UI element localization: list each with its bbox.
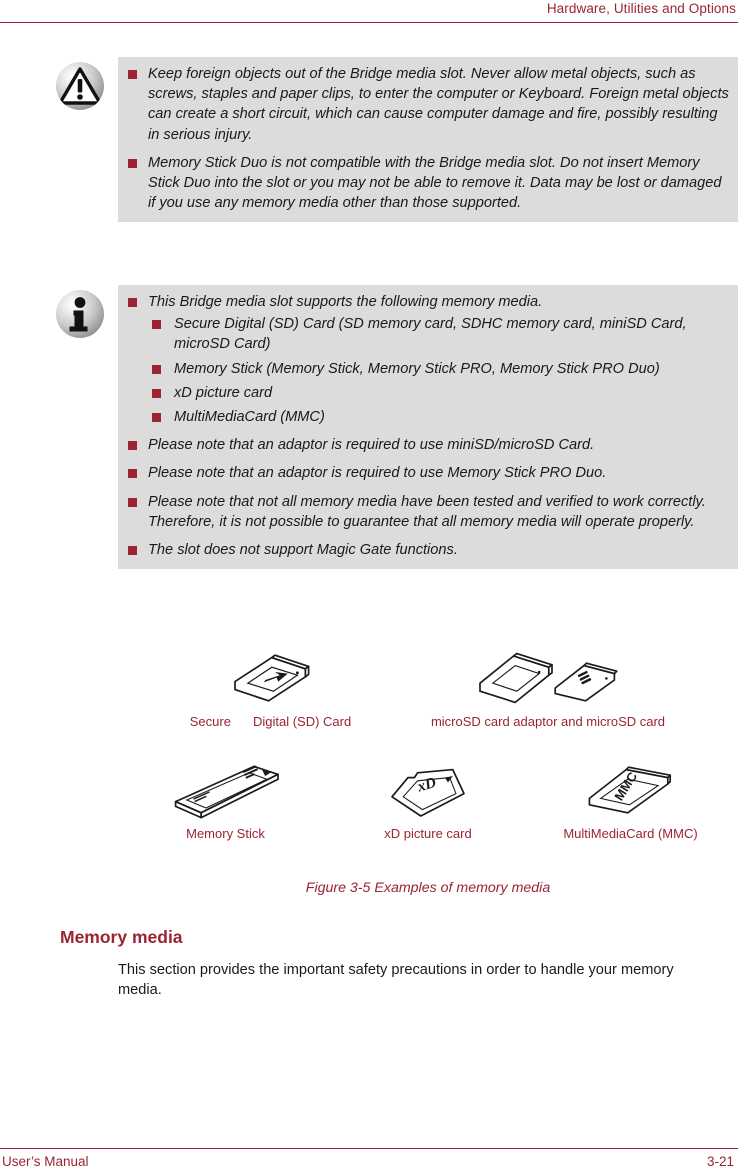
header-title: Hardware, Utilities and Options <box>546 1 736 16</box>
sd-card-label-row: Secure Digital (SD) Card <box>178 712 363 729</box>
icon-disc-background <box>56 290 104 338</box>
info-intro-text: This Bridge media slot supports the foll… <box>148 294 543 310</box>
info-bullet-list: This Bridge media slot supports the foll… <box>122 292 730 560</box>
bullet-square-icon <box>128 441 137 451</box>
memory-stick-cell: Memory Stick <box>118 760 333 841</box>
info-note-text: Please note that an adaptor is required … <box>148 437 595 454</box>
figure-row-1: Secure Digital (SD) Card microSD card ad… <box>118 640 738 755</box>
sd-card-label-main: Digital (SD) Card <box>252 714 352 729</box>
info-i-glyph <box>69 297 88 332</box>
supported-media-item: MultiMediaCard (MMC) <box>148 407 730 427</box>
supported-media-text: Secure Digital (SD) Card (SD memory card… <box>174 316 687 353</box>
warning-triangle-icon <box>56 62 104 110</box>
xd-card-cell: xD xD picture card <box>333 760 523 841</box>
memory-stick-label: Memory Stick <box>186 826 265 841</box>
warning-panel-body: Keep foreign objects out of the Bridge m… <box>118 57 738 222</box>
mmc-card-art: MMC <box>588 766 671 814</box>
supported-media-item: xD picture card <box>148 383 730 403</box>
icon-disc-background <box>56 62 104 110</box>
bullet-square-icon <box>152 364 161 374</box>
warning-bullet-text: Keep foreign objects out of the Bridge m… <box>148 66 729 143</box>
mmc-card-label: MultiMediaCard (MMC) <box>563 826 698 841</box>
xd-card-art: xD <box>391 768 465 817</box>
info-i-icon <box>56 290 104 338</box>
figure-caption: Figure 3-5 Examples of memory media <box>305 880 551 896</box>
bullet-square-icon <box>128 546 137 556</box>
memory-media-figure: Secure Digital (SD) Card microSD card ad… <box>118 640 738 910</box>
memory-stick-art <box>174 765 279 819</box>
mmc-card-cell: MMC MultiMediaCard (MMC) <box>523 760 738 841</box>
bullet-square-icon <box>152 320 161 330</box>
warning-bullet-text: Memory Stick Duo is not compatible with … <box>148 154 722 212</box>
bullet-square-icon <box>128 158 137 168</box>
info-note-text: Please note that not all memory media ha… <box>148 493 706 530</box>
warning-bullet-list: Keep foreign objects out of the Bridge m… <box>122 64 730 213</box>
bullet-square-icon <box>128 70 137 79</box>
xd-card-label: xD picture card <box>384 826 472 841</box>
bullet-square-icon <box>128 497 137 507</box>
info-note-panel: This Bridge media slot supports the foll… <box>56 285 738 570</box>
page-header: Hardware, Utilities and Options <box>0 0 738 26</box>
supported-media-text: xD picture card <box>174 384 273 401</box>
supported-media-item: Secure Digital (SD) Card (SD memory card… <box>148 314 730 354</box>
microsd-adaptor-label: microSD card adaptor and microSD card <box>430 714 666 729</box>
info-note-text: Please note that an adaptor is required … <box>148 465 607 482</box>
info-note-item: Please note that not all memory media ha… <box>122 492 730 532</box>
warning-bullet-item: Memory Stick Duo is not compatible with … <box>122 153 730 214</box>
footer-manual-label: User’s Manual <box>2 1154 89 1169</box>
footer-divider <box>0 1148 738 1150</box>
supported-media-item: Memory Stick (Memory Stick, Memory Stick… <box>148 359 730 379</box>
figure-row-2: Memory Stick xD xD picture card MMC Mult… <box>118 752 738 872</box>
header-divider <box>0 22 738 24</box>
info-note-item: Please note that an adaptor is required … <box>122 435 730 455</box>
microsd-adaptor-art <box>479 652 618 704</box>
warning-note-panel: Keep foreign objects out of the Bridge m… <box>56 57 738 223</box>
info-note-text: The slot does not support Magic Gate fun… <box>148 542 458 559</box>
sd-card-cell: Secure Digital (SD) Card <box>178 648 363 729</box>
bullet-square-icon <box>128 298 137 307</box>
microsd-adaptor-cell: microSD card adaptor and microSD card <box>398 648 698 729</box>
section-body-text: This section provides the important safe… <box>118 962 674 999</box>
bullet-square-icon <box>152 388 161 398</box>
info-note-item: Please note that an adaptor is required … <box>122 463 730 483</box>
supported-media-list: Secure Digital (SD) Card (SD memory card… <box>148 314 730 427</box>
info-panel-body: This Bridge media slot supports the foll… <box>118 285 738 569</box>
sd-card-art <box>233 654 309 702</box>
bullet-square-icon <box>128 469 137 479</box>
supported-media-text: MultiMediaCard (MMC) <box>174 409 325 426</box>
sd-card-label-secure: Secure <box>189 714 231 729</box>
info-note-item: The slot does not support Magic Gate fun… <box>122 540 730 560</box>
bullet-square-icon <box>152 413 161 423</box>
info-intro-item: This Bridge media slot supports the foll… <box>122 292 730 427</box>
section-heading-memory-media: Memory media <box>60 927 183 947</box>
warning-triangle-glyph <box>58 67 102 105</box>
supported-media-text: Memory Stick (Memory Stick, Memory Stick… <box>174 360 660 377</box>
warning-bullet-item: Keep foreign objects out of the Bridge m… <box>122 64 730 145</box>
footer-page-number: 3-21 <box>706 1154 734 1169</box>
